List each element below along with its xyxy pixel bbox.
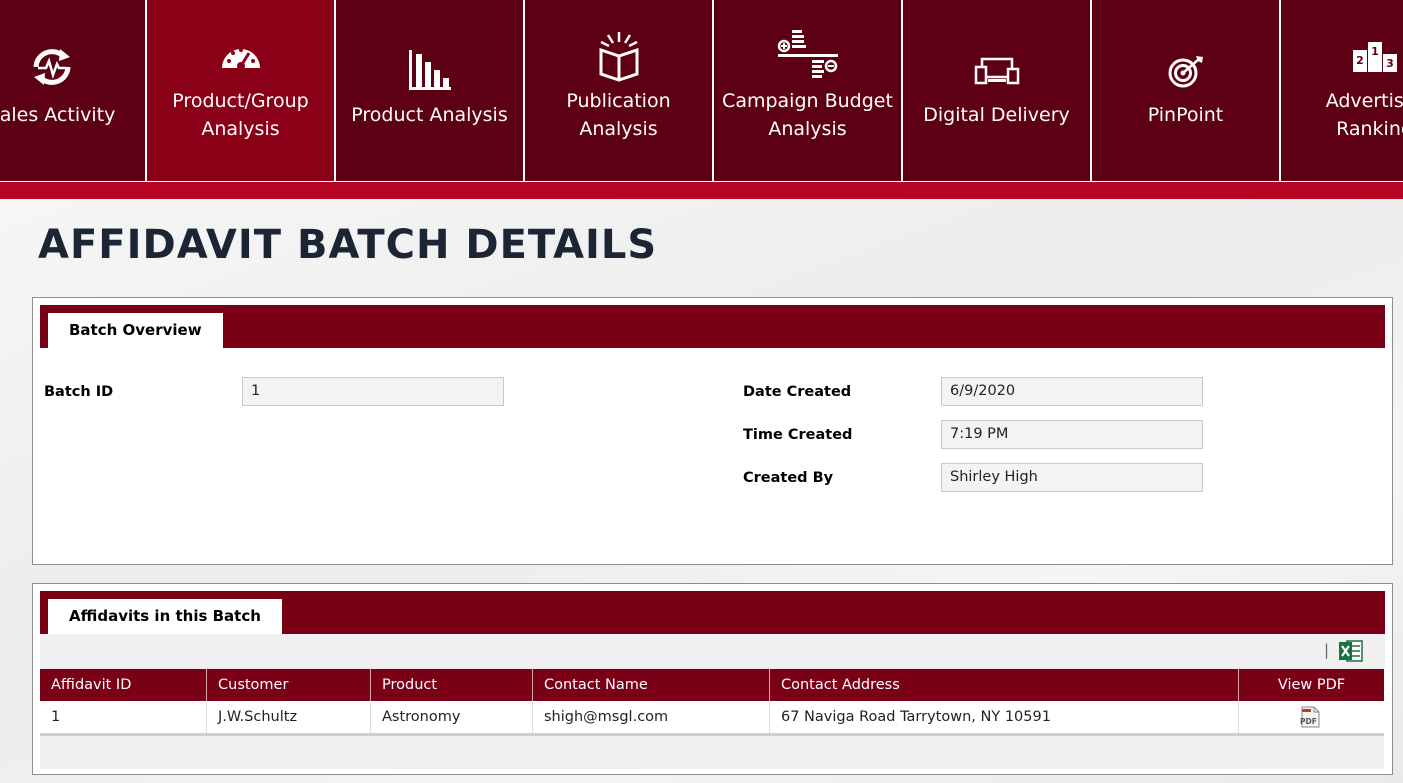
svg-text:2: 2 — [1356, 54, 1364, 67]
page-title: AFFIDAVIT BATCH DETAILS — [38, 222, 658, 268]
column-header-contact-name[interactable]: Contact Name — [532, 669, 769, 701]
nav-tile-label: Product/Group Analysis — [172, 90, 309, 140]
coins-balance-icon — [714, 28, 901, 82]
panel-header: Batch Overview — [40, 305, 1385, 348]
toolbar-separator: | — [1324, 641, 1330, 659]
tab-affidavits-in-batch[interactable]: Affidavits in this Batch — [48, 599, 282, 634]
svg-text:1: 1 — [1371, 45, 1379, 58]
cell-contact-name: shigh@msgl.com — [532, 701, 769, 733]
cell-product: Astronomy — [370, 701, 532, 733]
date-created-label: Date Created — [743, 384, 852, 400]
date-created-field[interactable]: 6/9/2020 — [941, 377, 1203, 406]
svg-text:3: 3 — [1386, 57, 1394, 70]
nav-tile-digital-delivery[interactable]: Digital Delivery — [903, 0, 1090, 181]
svg-text:PDF: PDF — [1300, 717, 1317, 726]
table-toolbar: | — [40, 634, 1385, 669]
nav-tile-label: Digital Delivery — [923, 104, 1070, 126]
nav-tile-pinpoint[interactable]: PinPoint — [1092, 0, 1279, 181]
created-by-field[interactable]: Shirley High — [941, 463, 1203, 492]
devices-icon — [903, 57, 1090, 85]
header-accent-stripe — [0, 182, 1403, 199]
nav-tile-label: Publication Analysis — [566, 90, 671, 140]
nav-tile-label: Product Analysis — [351, 104, 508, 126]
bar-chart-icon — [336, 48, 523, 92]
activity-cycle-icon — [0, 44, 145, 90]
nav-tile-campaign-budget-analysis[interactable]: Campaign Budget Analysis — [714, 0, 901, 181]
nav-tile-sales-activity[interactable]: Sales Activity — [0, 0, 145, 181]
excel-export-icon[interactable] — [1339, 640, 1363, 666]
nav-tile-product-group-analysis[interactable]: Product/Group Analysis — [147, 0, 334, 181]
table-row[interactable]: 1 J.W.Schultz Astronomy shigh@msgl.com 6… — [40, 701, 1384, 736]
tab-batch-overview[interactable]: Batch Overview — [48, 313, 223, 348]
column-header-contact-address[interactable]: Contact Address — [769, 669, 1238, 701]
cell-contact-address: 67 Naviga Road Tarrytown, NY 10591 — [769, 701, 1238, 733]
time-created-label: Time Created — [743, 427, 853, 443]
column-header-view-pdf[interactable]: View PDF — [1238, 669, 1384, 701]
nav-tile-product-analysis[interactable]: Product Analysis — [336, 0, 523, 181]
created-by-label: Created By — [743, 470, 834, 486]
nav-tile-advertiser-ranking[interactable]: 1 2 3 Advertiser Ranking — [1281, 0, 1403, 181]
top-navigation: Sales Activity Product/Group Analysis Pr… — [0, 0, 1403, 182]
table-footer — [40, 736, 1384, 769]
column-header-customer[interactable]: Customer — [206, 669, 370, 701]
cell-customer: J.W.Schultz — [206, 701, 370, 733]
batch-id-label: Batch ID — [44, 384, 114, 400]
open-book-icon — [525, 30, 712, 82]
podium-icon: 1 2 3 — [1281, 40, 1403, 74]
column-header-product[interactable]: Product — [370, 669, 532, 701]
batch-id-field[interactable]: 1 — [242, 377, 504, 406]
batch-overview-panel: Batch Overview Batch ID 1 Date Created 6… — [32, 297, 1393, 565]
speedometer-icon — [147, 44, 334, 70]
nav-tile-label: Sales Activity — [0, 104, 116, 126]
nav-tile-label: PinPoint — [1147, 104, 1224, 126]
nav-tile-publication-analysis[interactable]: Publication Analysis — [525, 0, 712, 181]
cell-affidavit-id: 1 — [51, 709, 61, 725]
panel-header: Affidavits in this Batch — [40, 591, 1385, 634]
time-created-field[interactable]: 7:19 PM — [941, 420, 1203, 449]
nav-tile-label: Advertiser Ranking — [1325, 90, 1403, 140]
cell-view-pdf: PDF — [1238, 701, 1384, 733]
affidavits-panel: Affidavits in this Batch | Affidavit ID … — [32, 583, 1393, 775]
target-icon — [1092, 54, 1279, 88]
nav-tile-label: Campaign Budget Analysis — [722, 90, 893, 140]
column-header-affidavit-id[interactable]: Affidavit ID — [40, 669, 206, 701]
table-header: Affidavit ID Customer Product Contact Na… — [40, 669, 1384, 701]
